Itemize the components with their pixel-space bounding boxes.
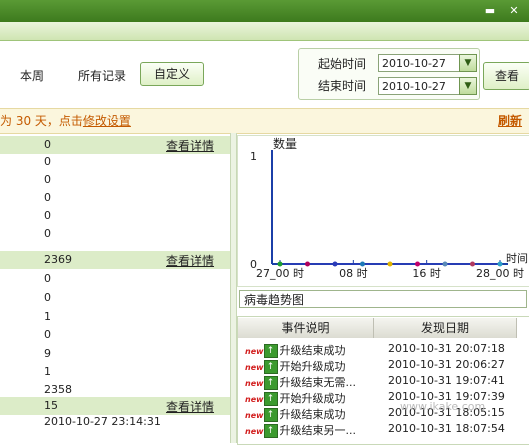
column-header-date[interactable]: 发现日期 [374,318,517,338]
refresh-link[interactable]: 刷新 [498,112,522,129]
group-count: 2369 [44,253,72,266]
data-point [387,261,393,267]
event-description: 升级结束成功 [279,408,346,421]
list-item: 1 [44,365,51,378]
event-date: 2010-10-31 18:07:54 [388,422,505,435]
panel-splitter[interactable] [230,133,237,443]
view-details-link[interactable]: 查看详情 [166,137,214,154]
chart-type-select[interactable]: 病毒趋势图 [239,290,527,308]
list-item: 0 [44,328,51,341]
event-description: 升级结束无需... [279,376,357,389]
data-point [360,261,365,267]
data-point [497,261,503,267]
close-icon[interactable]: ✕ [508,5,520,16]
chevron-down-icon[interactable]: ▼ [459,77,477,95]
new-badge: new [245,363,264,372]
view-details-link[interactable]: 查看详情 [166,252,214,269]
notice-text: 为 30 天，点击修改设置 [0,114,131,128]
trend-chart: 数量时间1027_00 时 08 时 16 时 28_00 时 [250,136,528,280]
table-row[interactable]: new ↑ 升级结束无需... 2010-10-31 19:07:41 [245,374,525,390]
list-item: 0 [44,191,51,204]
filter-custom-button[interactable]: 自定义 [140,62,204,86]
list-item: 0 [44,272,51,285]
upgrade-icon: ↑ [263,360,278,374]
data-point [415,261,420,267]
event-description: 升级结束成功 [279,344,346,357]
trend-chart-panel: 数量 时间 1 0 27_00 时 08 时 16 时 28_00 时 [237,135,529,287]
new-badge: new [245,427,264,436]
view-button[interactable]: 查看 [483,62,529,90]
watermark: www.ikake.com [400,400,486,413]
x-axis-label: 时间 [506,252,528,265]
data-point [470,261,475,267]
event-date: 2010-10-31 20:07:18 [388,342,505,355]
upgrade-icon: ↑ [263,424,278,438]
upgrade-icon: ↑ [263,376,278,390]
upgrade-icon: ↑ [263,344,278,358]
event-date: 2010-10-31 20:06:27 [388,358,505,371]
x-tick-label: 27_00 时 [256,267,304,280]
filter-this-week[interactable]: 本周 [20,67,44,84]
view-details-link[interactable]: 查看详情 [166,398,214,415]
new-badge: new [245,347,264,356]
x-tick-label: 16 时 [412,267,441,280]
new-badge: new [245,395,264,404]
chevron-down-icon[interactable]: ▼ [459,54,477,72]
list-item: 2010-10-27 23:14:31 [44,415,161,428]
minimize-icon[interactable]: ▬ [484,5,496,16]
toolbar-strip [0,22,529,41]
event-description: 升级结束另一... [279,424,357,437]
list-item: 2358 [44,383,72,396]
x-tick-label: 28_00 时 [476,267,524,280]
table-row[interactable]: new ↑ 开始升级成功 2010-10-31 20:06:27 [245,358,525,374]
list-item: 0 [44,173,51,186]
data-point [442,261,448,267]
filter-all-records[interactable]: 所有记录 [78,67,126,84]
list-item: 1 [44,310,51,323]
y-tick-label: 1 [250,150,257,163]
upgrade-icon: ↑ [263,408,278,422]
event-description: 开始升级成功 [279,392,346,405]
list-item: 0 [44,209,51,222]
new-badge: new [245,379,264,388]
group-count: 0 [44,138,51,151]
end-time-label: 结束时间 [318,79,367,93]
data-point [277,261,283,267]
x-tick-label: 08 时 [339,267,368,280]
y-axis-label: 数量 [273,136,297,151]
window-titlebar [0,0,529,22]
modify-settings-link[interactable]: 修改设置 [83,114,131,128]
table-row[interactable]: new ↑ 升级结束另一... 2010-10-31 18:07:54 [245,422,525,438]
list-item: 0 [44,227,51,240]
new-badge: new [245,411,264,420]
group-count: 15 [44,399,58,412]
list-item: 0 [44,291,51,304]
data-point [332,261,338,267]
list-item: 0 [44,155,51,168]
start-time-label: 起始时间 [318,57,367,71]
table-row[interactable]: new ↑ 升级结束成功 2010-10-31 20:07:18 [245,342,525,358]
column-header-description[interactable]: 事件说明 [238,318,374,338]
event-date: 2010-10-31 19:07:41 [388,374,505,387]
event-description: 开始升级成功 [279,360,346,373]
data-point [305,261,310,267]
list-item: 9 [44,347,51,360]
upgrade-icon: ↑ [263,392,278,406]
